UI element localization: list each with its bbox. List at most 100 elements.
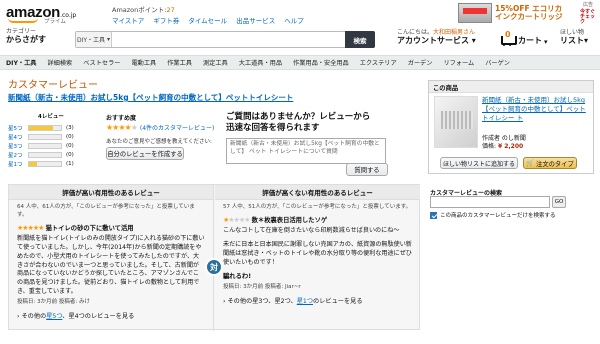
histogram-row[interactable]: 星1つ (1) (8, 159, 98, 168)
nav-item-bargain[interactable]: バーゲン (485, 58, 510, 67)
review-count-link[interactable]: (4件のカスタマーレビュー) (140, 123, 215, 132)
nav-item-measuring[interactable]: 測定工具 (203, 58, 228, 67)
link-help[interactable]: ヘルプ (284, 15, 304, 25)
question-input[interactable]: 新聞紙（新古・未使用）お試し5kg【ペット飼育の中敷として】 ペット トイレシー… (226, 138, 386, 164)
cart-button[interactable]: 0 カート ▾ (500, 30, 548, 46)
nav-item-garden[interactable]: ガーデン (408, 58, 433, 67)
printer-image (458, 3, 492, 23)
star-rating-icon: ★★★★★ (223, 215, 250, 224)
search-input[interactable] (112, 32, 374, 47)
write-prompt: あなたのご意見やご感想を教えてください: (106, 139, 212, 145)
cart-label: カート (518, 36, 542, 45)
more-suffix: のレビューを見る (313, 297, 363, 305)
logo-smile-icon (8, 18, 38, 23)
ad-cta[interactable]: 今すぐチェック (580, 10, 598, 25)
histogram-caption: 4レビュー (38, 114, 64, 120)
write-review-button[interactable]: 自分のレビューを作成する (106, 147, 184, 160)
search-box: DIY・工具 ▾ (75, 31, 375, 48)
histogram-count: (3) (66, 124, 74, 131)
nav-item-carpentry[interactable]: 大工道具・用品 (239, 58, 282, 67)
review-search-go-button[interactable]: GO (552, 196, 566, 208)
histogram-count: (0) (66, 151, 74, 158)
product-price: 価格: ¥ 2,200 (482, 141, 523, 150)
top-links: マイストア ギフト券 タイムセール 出品サービス ヘルプ (112, 15, 304, 25)
helpful-count: 64 人中、61人の方が、「このレビューが参考になった」と投票しています。 (17, 204, 195, 218)
star-rating-icon: ★★★★★ (17, 223, 44, 232)
link-mystore[interactable]: マイストア (112, 15, 144, 25)
more-reviews-link[interactable]: › その他の星3つ、星2つ、星1つのレビューを見る (223, 298, 412, 307)
checkbox[interactable] (430, 211, 437, 219)
histogram-count: (0) (66, 142, 74, 149)
more-link-1star[interactable]: 星1つ (297, 298, 313, 305)
nav-item-power-tools[interactable]: 電動工具 (131, 58, 156, 67)
versus-badge: 対 (205, 258, 223, 276)
link-seller[interactable]: 出品サービス (236, 15, 275, 25)
category-menu[interactable]: カテゴリー からさがす (6, 28, 46, 44)
page-title: カスタマーレビュー (8, 80, 98, 91)
nav-item-reform[interactable]: リフォーム (443, 58, 474, 67)
search-scope-label: DIY・工具 (76, 37, 106, 44)
sidebox-product-link[interactable]: 新聞紙（新古・未使用）お試し5kg【ペット飼育の中敷として】ペットトイレシー ト (482, 96, 590, 122)
histogram-row[interactable]: 星5つ (3) (8, 123, 98, 132)
positive-review-column: 評価が高い有用性のあるレビュー 64 人中、61人の方が、「このレビューが参考に… (9, 185, 214, 331)
histogram-count: (0) (66, 133, 74, 140)
nav-item-advanced-search[interactable]: 詳細検索 (47, 58, 72, 67)
question-heading: ご質問はありませんか？レビューから 迅速な回答を得られます (226, 112, 416, 134)
wishlist-menu[interactable]: ほしい物 リスト▾ (560, 29, 588, 45)
sidebox-heading: この商品 (429, 81, 593, 93)
more-suffix: 、星4つのレビューを見る (62, 312, 135, 320)
promo-banner[interactable]: 15%OFF エコリカ インクカートリッジ (458, 2, 580, 24)
histogram-row[interactable]: 星4つ (0) (8, 132, 98, 141)
critical-review-column: 評価が高くない有用性のあるレビュー 57 人中、51人の方が、「このレビューが参… (215, 185, 420, 331)
nav-item-diy[interactable]: DIY・工具 (6, 58, 36, 67)
top-bar: amazon.co.jp プライム Amazonポイント:27 マイストア ギフ… (0, 0, 600, 26)
histogram-bar (28, 124, 62, 131)
histogram-label: 星4つ (8, 134, 23, 141)
ask-question-button[interactable]: 質問する (346, 163, 388, 176)
points-label: Amazonポイント: (112, 6, 167, 14)
question-heading-line2: 迅速な回答を得られます (226, 123, 320, 134)
cart-icon: 0 (500, 30, 517, 46)
search-scope-select[interactable]: DIY・工具 ▾ (76, 32, 112, 47)
histogram-label: 星5つ (8, 125, 23, 132)
helpful-count: 57 人中、51人の方が、「このレビューが参考になった」と投票しています。 (223, 204, 412, 210)
histogram-fill (29, 161, 37, 166)
histogram-row[interactable]: 星3つ (0) (8, 141, 98, 150)
link-giftcard[interactable]: ギフト券 (153, 15, 179, 25)
search-button[interactable]: 検索 (345, 31, 375, 48)
account-menu[interactable]: こんにちは。大和田稲男さん アカウントサービス ▾ (397, 29, 476, 45)
review-title: 数＊枚裏表日活用したソゲ (251, 216, 328, 224)
question-heading-line1: ご質問はありませんか？レビューから (226, 112, 371, 122)
review-text-2: 未だに日本と日本国民に謝罪しない売国アカの、紙資源の無駄使い新聞紙は窓拭き・ペッ… (223, 240, 412, 266)
order-type-button[interactable]: 🛒 注文のタイプ (523, 157, 577, 169)
product-image[interactable] (434, 96, 478, 148)
order-type-label: 注文のタイプ (536, 160, 574, 168)
cart-count: 0 (505, 30, 511, 39)
search-row: カテゴリー からさがす DIY・工具 ▾ 検索 こんにちは。大和田稲男さん アカウ… (0, 27, 600, 54)
nav-item-hand-tools[interactable]: 作業工具 (167, 58, 192, 67)
histogram-bar (28, 142, 62, 149)
more-reviews-link[interactable]: › その他の星5つ、星4つのレビューを見る (17, 313, 205, 322)
histogram-fill (29, 125, 53, 130)
nav-item-safety[interactable]: 作業用品・安全用品 (293, 58, 349, 67)
review-title: 猫トイレの砂の下に敷いて活用 (45, 224, 134, 232)
amazon-logo[interactable]: amazon.co.jp プライム (6, 2, 76, 25)
review-search-scope[interactable]: この商品のカスタマーレビューだけを検索する (430, 211, 556, 219)
more-prefix: › その他の星3つ、星2つ、 (223, 297, 297, 305)
histogram-label: 星1つ (8, 161, 23, 168)
more-link-5star[interactable]: 星5つ (46, 313, 62, 320)
account-label: アカウントサービス (397, 35, 469, 45)
histogram-row[interactable]: 星2つ (0) (8, 150, 98, 159)
link-timesale[interactable]: タイムセール (188, 15, 227, 25)
review-search-input[interactable] (430, 196, 550, 208)
logo-sub: プライム (44, 19, 66, 25)
nav-item-exterior[interactable]: エクステリア (360, 58, 397, 67)
wishlist-line2: リスト (560, 35, 584, 45)
nav-item-bestsellers[interactable]: ベストセラー (83, 58, 120, 67)
product-title-link[interactable]: 新聞紙（新古・未使用）お試し5kg【ペット飼育の中敷として】ペットトイレシート (8, 92, 293, 103)
ad-tag: 広告 (583, 2, 594, 8)
cart-icon: 🛒 (526, 160, 535, 167)
points-info[interactable]: Amazonポイント:27 (112, 4, 175, 14)
price-value: ¥ 2,200 (497, 143, 524, 150)
add-to-wishlist-button[interactable]: ほしい物リストに追加する (440, 157, 518, 169)
